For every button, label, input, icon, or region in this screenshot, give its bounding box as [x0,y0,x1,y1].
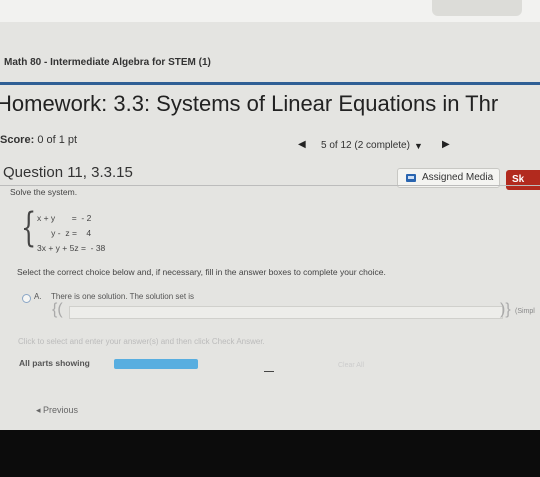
parts-progress-fill [114,359,198,369]
cursor-mark [264,371,274,372]
question-counter[interactable]: 5 of 12 (2 complete) [321,140,410,151]
system-brace: { [21,205,37,251]
question-divider [0,185,540,186]
chevron-down-icon[interactable]: ▼ [414,141,423,151]
score-display: Score: 0 of 1 pt [0,134,77,146]
header-divider [0,82,540,85]
choice-a-letter: A. [34,292,42,301]
parts-progress-bar [114,359,198,369]
simplify-note: (Simpl [515,308,535,315]
set-close-brace: )} [500,301,511,318]
score-value: 0 of 1 pt [37,134,78,146]
taskbar [0,430,540,477]
all-parts-label: All parts showing [19,358,90,368]
previous-button[interactable]: ◂ Previous [36,405,78,416]
equation-2: y - z = 4 [37,228,92,238]
question-title: Question 11, 3.3.15 [3,164,133,181]
previous-question-icon[interactable]: ◀ [298,139,306,150]
question-instruction: Solve the system. [10,187,78,197]
red-action-label: Sk [512,174,525,185]
set-open-brace: {( [52,301,63,318]
choice-prompt: Select the correct choice below and, if … [17,267,386,277]
equation-3: 3x + y + 5z = - 38 [37,243,106,253]
choice-a-radio[interactable] [22,294,31,303]
homework-title: Homework: 3.3: Systems of Linear Equatio… [0,91,499,116]
answer-input[interactable] [69,306,503,319]
browser-tab[interactable] [432,0,522,16]
next-question-icon[interactable]: ▶ [442,139,450,150]
equation-1: x + y = - 2 [37,213,92,223]
course-title: Math 80 - Intermediate Algebra for STEM … [4,57,211,68]
red-action-button[interactable]: Sk [506,170,540,190]
choice-a-text: There is one solution. The solution set … [51,292,195,301]
help-text: Click to select and enter your answer(s)… [18,337,265,346]
assigned-media-label: Assigned Media [422,172,494,183]
media-icon [406,174,416,182]
clear-all-button[interactable]: Clear All [338,362,364,369]
score-label: Score: [0,134,35,146]
